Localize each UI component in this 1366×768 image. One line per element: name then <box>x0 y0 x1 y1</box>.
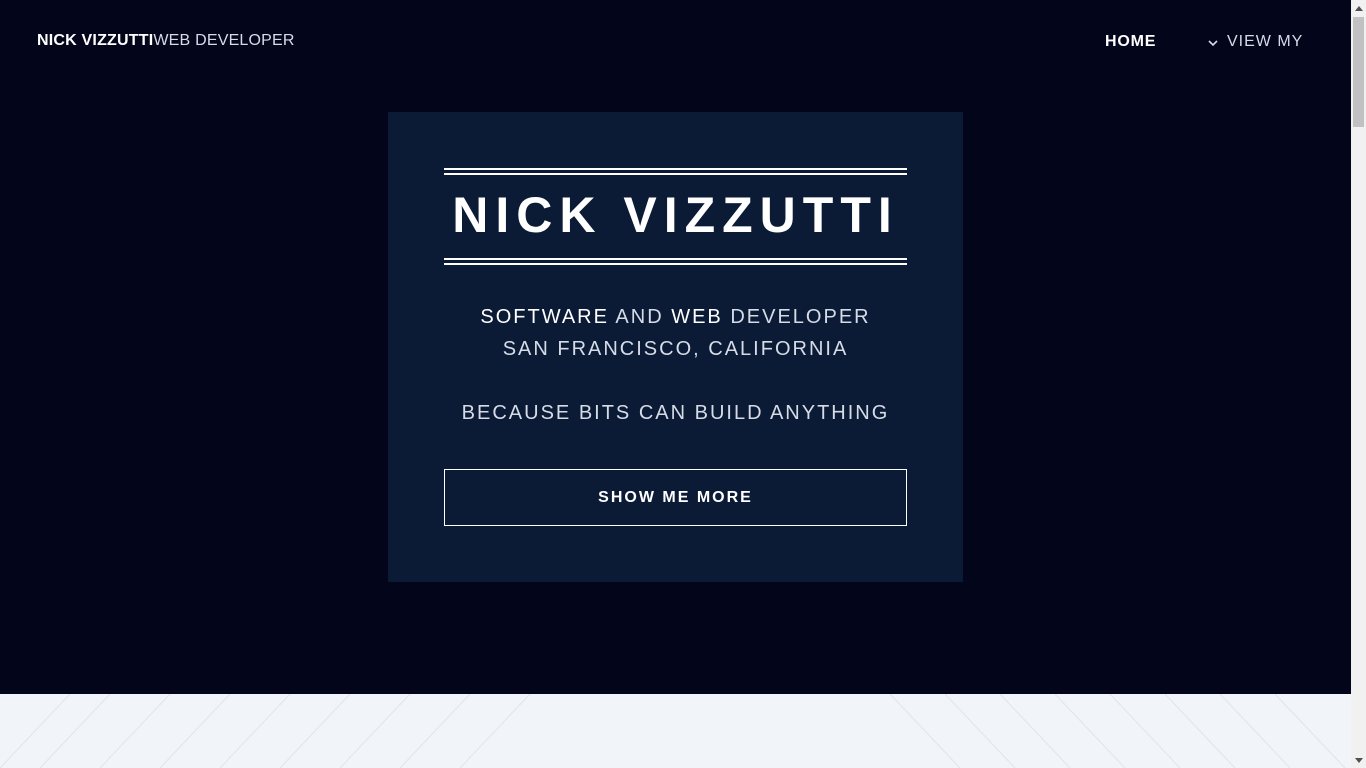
page-scrollbar[interactable] <box>1351 0 1366 768</box>
triangle-up-icon[interactable] <box>1351 0 1366 15</box>
tagline: BECAUSE BITS CAN BUILD ANYTHING <box>461 402 890 424</box>
brand-role: WEB DEVELOPER <box>153 32 295 49</box>
diagonal-pattern <box>0 694 1346 768</box>
chevron-down-icon <box>1207 36 1219 48</box>
role-software: SOFTWARE <box>480 306 609 328</box>
scrollbar-thumb[interactable] <box>1353 17 1364 127</box>
lower-section <box>0 694 1351 768</box>
intro-card: NICK VIZZUTTI SOFTWARE AND WEB DEVELOPER… <box>388 112 963 582</box>
card-title: NICK VIZZUTTI <box>452 187 899 243</box>
nav-home-link[interactable]: HOME <box>1105 33 1156 51</box>
nav-view-my-label: VIEW MY <box>1227 33 1304 50</box>
show-me-more-button[interactable]: SHOW ME MORE <box>444 469 907 526</box>
nav-view-my-dropdown[interactable]: VIEW MY <box>1207 33 1303 51</box>
role-line: SOFTWARE AND WEB DEVELOPER <box>388 306 963 329</box>
brand[interactable]: NICK VIZZUTTIWEB DEVELOPER <box>37 32 295 50</box>
role-web: WEB <box>671 306 723 328</box>
page: NICK VIZZUTTIWEB DEVELOPER HOME VIEW MY … <box>0 0 1366 768</box>
triangle-down-icon[interactable] <box>1351 753 1366 768</box>
location-line: SAN FRANCISCO, CALIFORNIA <box>502 338 849 360</box>
title-rule-bottom <box>444 258 907 265</box>
role-and: AND <box>615 306 664 328</box>
title-rule-top <box>444 168 907 175</box>
brand-name: NICK VIZZUTTI <box>37 32 154 49</box>
hero-section: NICK VIZZUTTIWEB DEVELOPER HOME VIEW MY … <box>0 0 1351 694</box>
role-developer: DEVELOPER <box>730 306 871 328</box>
